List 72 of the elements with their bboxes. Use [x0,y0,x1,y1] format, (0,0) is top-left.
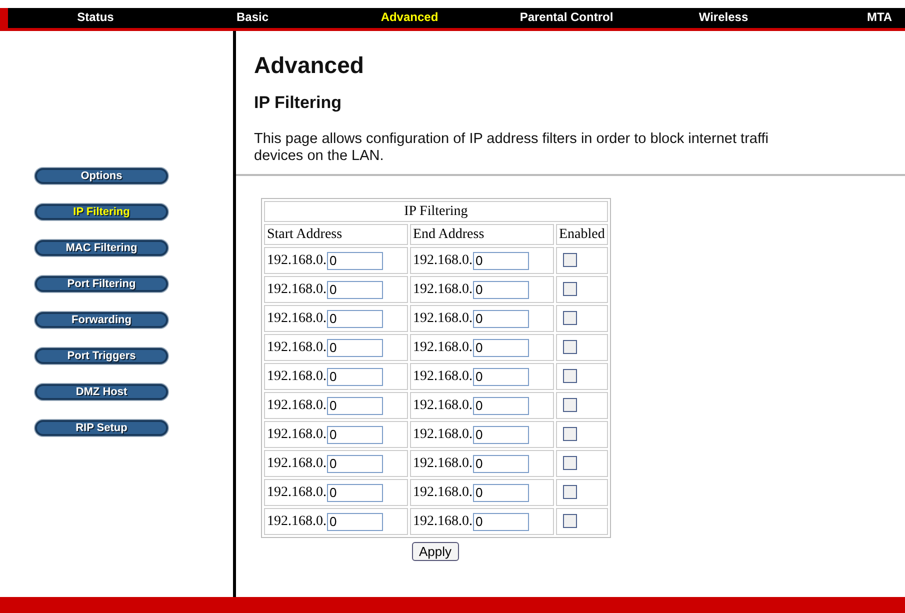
address-prefix: 192.168.0. [413,282,472,297]
input-field[interactable]: 0 [472,338,528,356]
input-field[interactable]: 0 [472,310,528,328]
input-field[interactable]: 0 [326,368,382,386]
description: This page allows configuration of IP address filters in order to block internet traffi devices on the LAN. [254,131,770,165]
address-prefix: 192.168.0. [413,310,472,326]
nav-tab[interactable]: Status [17,8,174,28]
address-prefix: 192.168.0. [267,484,326,500]
address-prefix: 192.168.0. [267,340,326,355]
section-title: IP Filtering [254,93,343,113]
address-prefix: 192.168.0. [413,340,472,355]
page-title: Advanced [254,52,365,79]
address-prefix: 192.168.0. [267,514,326,529]
input-field[interactable]: 0 [472,512,528,530]
nav-tab[interactable]: Basic [174,8,331,28]
sidebar-button[interactable]: Options [35,168,168,184]
input-field[interactable]: 0 [472,252,528,270]
address-prefix: 192.168.0. [413,484,472,500]
address-prefix: 192.168.0. [413,398,472,413]
sidebar-button[interactable]: IP Filtering [35,204,168,220]
apply-button[interactable]: Apply [412,542,459,561]
address-prefix: 192.168.0. [413,426,472,442]
address-prefix: 192.168.0. [267,252,326,268]
address-prefix: 192.168.0. [267,456,326,471]
sidebar-button[interactable]: RIP Setup [35,420,168,436]
input-field[interactable]: 0 [472,396,528,414]
input-field[interactable]: 0 [326,338,382,356]
input-field[interactable]: 0 [326,310,382,328]
checkbox[interactable] [563,427,577,442]
column-header: Enabled [556,224,608,245]
checkbox[interactable] [563,282,577,296]
sidebar-button[interactable]: Port Triggers [35,348,168,364]
input-field[interactable]: 0 [326,396,382,414]
checkbox[interactable] [563,369,577,384]
sidebar-button[interactable]: DMZ Host [35,384,168,400]
checkbox[interactable] [563,398,577,412]
checkbox[interactable] [563,253,577,268]
address-prefix: 192.168.0. [413,368,472,384]
address-prefix: 192.168.0. [267,426,326,442]
input-field[interactable]: 0 [326,426,382,444]
table-title: IP Filtering [264,201,608,222]
nav-tab[interactable]: Advanced [331,8,488,28]
nav-tab[interactable]: MTA [867,8,892,28]
checkbox[interactable] [563,340,577,354]
input-field[interactable]: 0 [472,454,528,472]
column-header: End Address [410,224,554,245]
address-prefix: 192.168.0. [413,514,472,529]
input-field[interactable]: 0 [326,252,382,270]
sidebar-button[interactable]: MAC Filtering [35,240,168,256]
address-prefix: 192.168.0. [267,310,326,326]
checkbox[interactable] [563,456,577,470]
input-field[interactable]: 0 [472,368,528,386]
nav-tab[interactable]: Parental Control [488,8,645,28]
address-prefix: 192.168.0. [267,398,326,413]
address-prefix: 192.168.0. [413,456,472,471]
input-field[interactable]: 0 [472,280,528,298]
address-prefix: 192.168.0. [267,368,326,384]
input-field[interactable]: 0 [472,426,528,444]
sidebar-button[interactable]: Port Filtering [35,276,168,292]
input-field[interactable]: 0 [326,512,382,530]
nav-tab[interactable]: Wireless [645,8,802,28]
input-field[interactable]: 0 [326,484,382,502]
address-prefix: 192.168.0. [413,252,472,268]
checkbox[interactable] [563,514,577,528]
address-prefix: 192.168.0. [267,282,326,297]
checkbox[interactable] [563,485,577,500]
checkbox[interactable] [563,311,577,326]
column-header: Start Address [264,224,408,245]
sidebar-button[interactable]: Forwarding [35,312,168,328]
input-field[interactable]: 0 [472,484,528,502]
input-field[interactable]: 0 [326,280,382,298]
input-field[interactable]: 0 [326,454,382,472]
